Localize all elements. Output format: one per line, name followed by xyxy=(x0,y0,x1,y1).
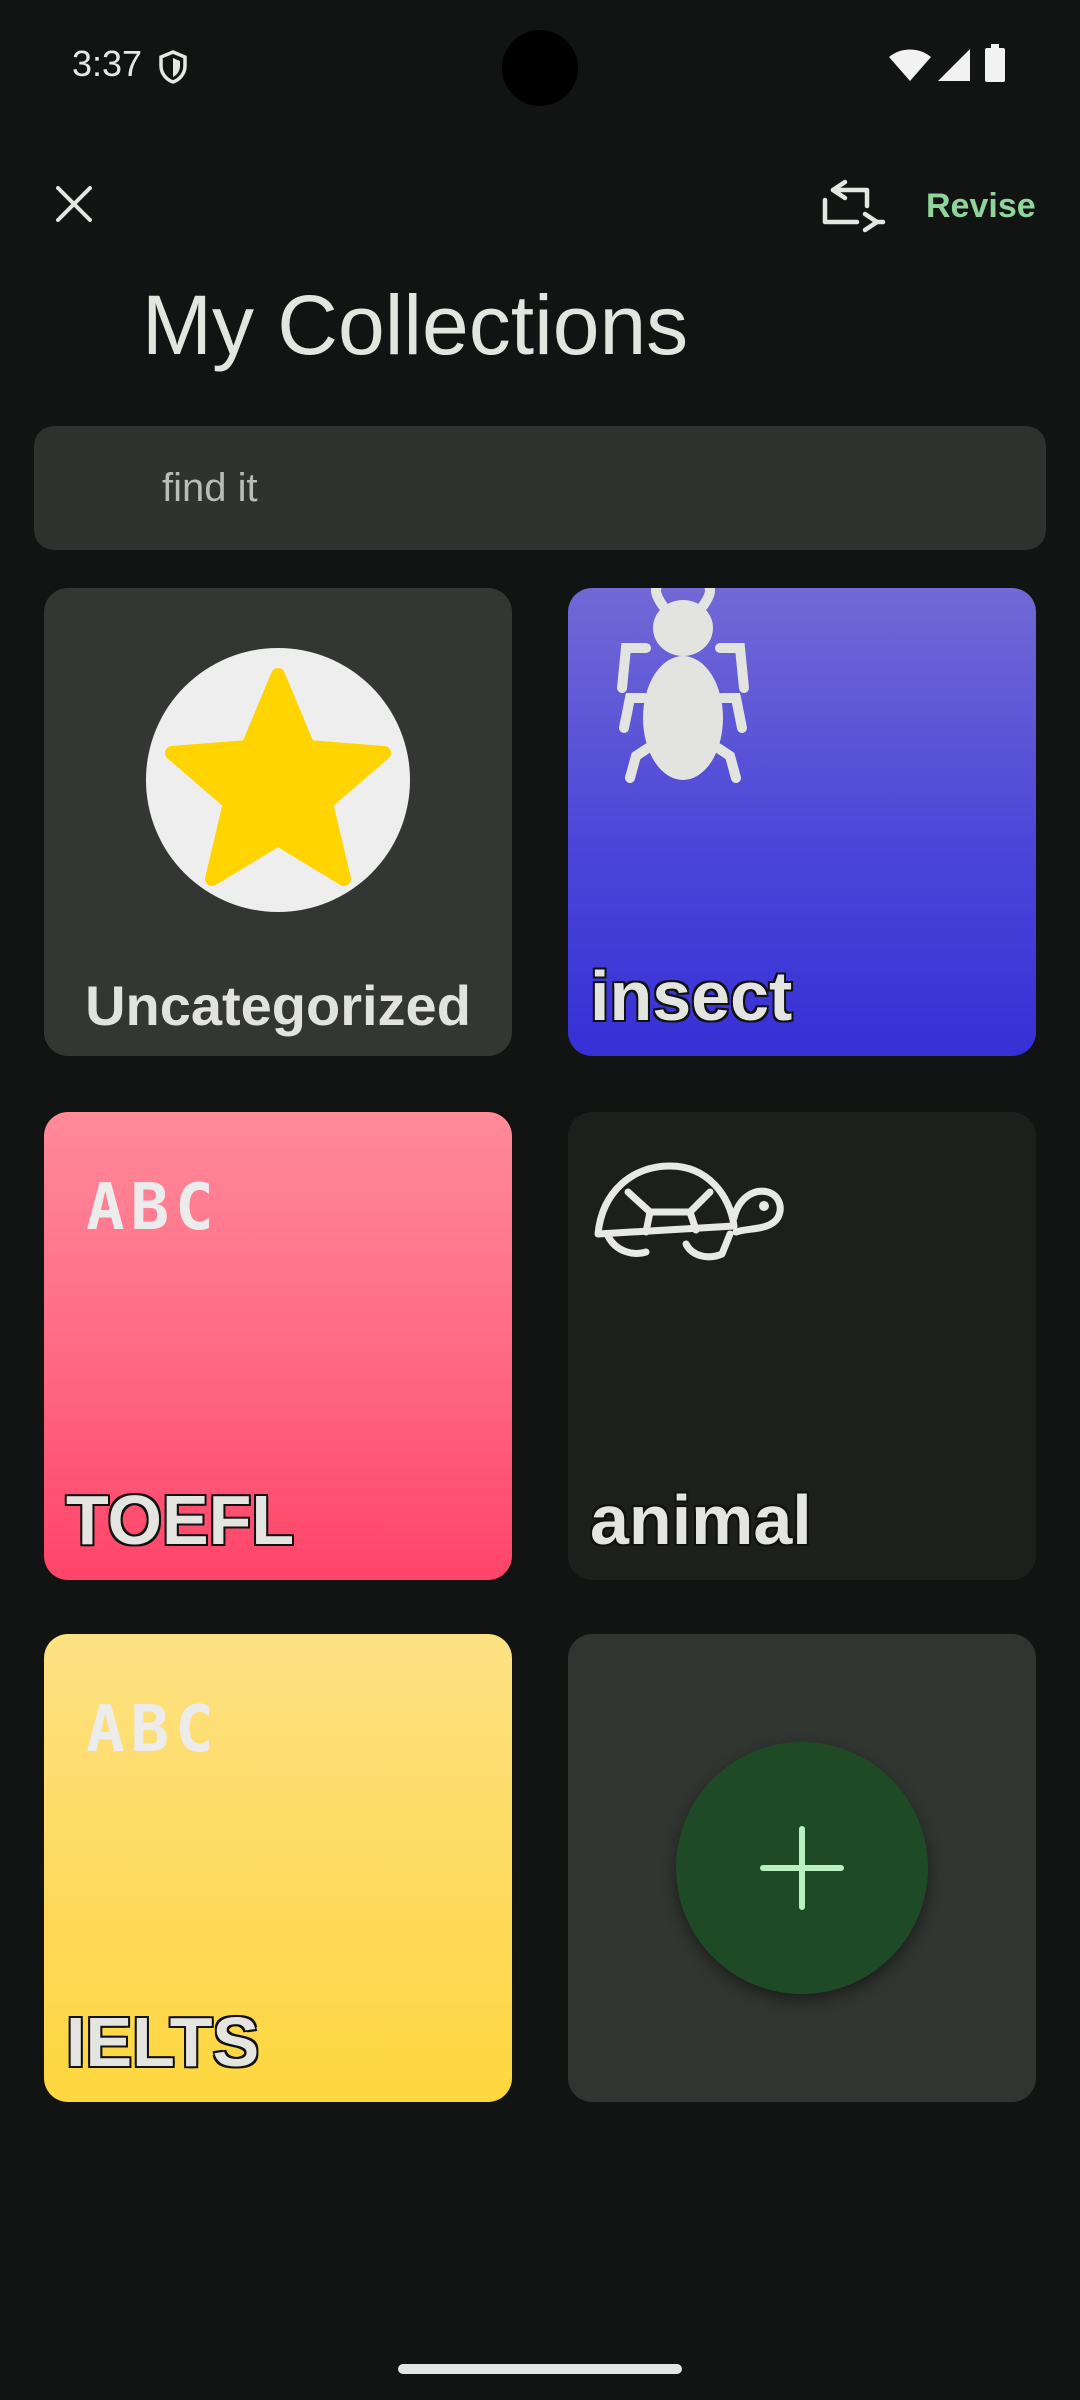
collection-card-insect[interactable]: insect xyxy=(568,588,1036,1056)
search-input[interactable] xyxy=(128,426,1008,550)
cellular-signal-icon xyxy=(936,48,972,86)
swap-icon xyxy=(822,179,886,233)
collection-card-ielts[interactable]: ABC IELTS xyxy=(44,1634,512,2102)
page-title: My Collections xyxy=(142,278,689,372)
camera-cutout xyxy=(502,30,578,106)
battery-icon xyxy=(984,44,1006,86)
revise-button[interactable]: Revise xyxy=(926,180,1036,232)
collection-label: Uncategorized xyxy=(85,974,471,1037)
turtle-icon xyxy=(594,1162,784,1261)
collection-card-toefl[interactable]: ABC TOEFL xyxy=(44,1112,512,1580)
ant-icon xyxy=(617,588,749,783)
search-field[interactable] xyxy=(34,426,1046,550)
wifi-icon xyxy=(888,48,932,86)
collections-screen: 3:37 Revise My Collections find it Uncat… xyxy=(0,0,1080,2400)
collection-label: animal xyxy=(589,1480,814,1561)
shield-icon xyxy=(158,50,188,88)
collection-card-uncategorized[interactable]: Uncategorized xyxy=(44,588,512,1056)
collection-label: IELTS xyxy=(64,2002,260,2083)
collection-label: TOEFL xyxy=(64,1480,295,1561)
abc-icon: ABC xyxy=(86,1693,220,1767)
home-indicator[interactable] xyxy=(398,2364,682,2374)
plus-icon xyxy=(760,1826,844,1910)
close-icon xyxy=(56,186,92,222)
status-bar: 3:37 xyxy=(0,0,1080,130)
status-time: 3:37 xyxy=(72,43,143,84)
star-icon xyxy=(165,668,391,886)
collection-card-animal[interactable]: animal xyxy=(568,1112,1036,1580)
abc-icon: ABC xyxy=(86,1171,220,1245)
add-collection-button[interactable] xyxy=(676,1742,928,1994)
swap-button[interactable] xyxy=(814,170,894,242)
add-collection-card xyxy=(568,1634,1036,2102)
close-button[interactable] xyxy=(40,170,108,238)
star-badge xyxy=(146,648,410,912)
collection-label: insect xyxy=(588,956,793,1037)
